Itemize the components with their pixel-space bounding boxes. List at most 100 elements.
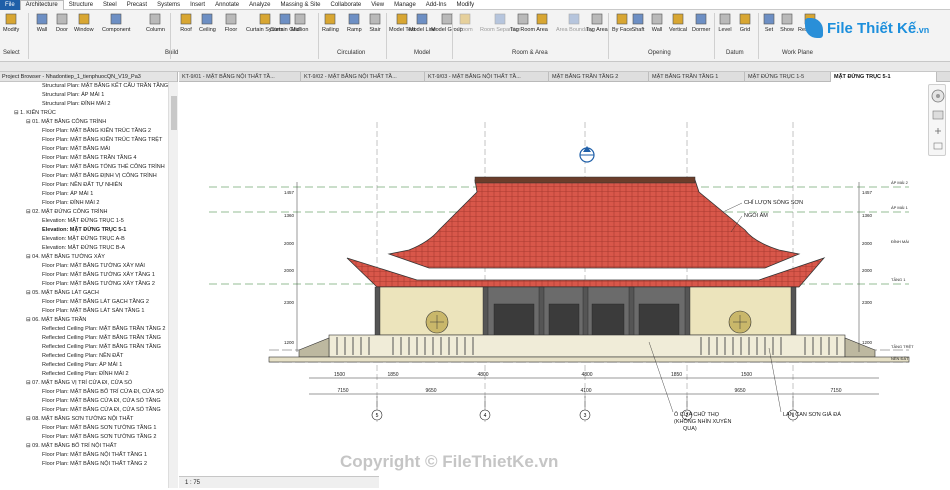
browser-tree-item[interactable]: Reflected Ceiling Plan: NỀN ĐẤT [0, 352, 168, 361]
browser-tree-item[interactable]: Structural Plan: ÁP MÁI 1 [0, 91, 168, 100]
browser-tree-item[interactable]: ⊟ 06. MẶT BẰNG TRẦN [0, 316, 168, 325]
menu-tab-annotate[interactable]: Annotate [210, 0, 244, 10]
browser-scrollbar[interactable] [168, 82, 178, 488]
menu-tab-massing-site[interactable]: Massing & Site [275, 0, 325, 10]
browser-tree-item[interactable]: Floor Plan: MẶT BẰNG NỘI THẤT TẦNG 1 [0, 451, 168, 460]
browser-tree-item[interactable]: Floor Plan: MẶT BẰNG KIẾN TRÚC TẦNG 2 [0, 127, 168, 136]
browser-tree-item[interactable]: Floor Plan: MẶT BẰNG LÁT SÀN TẦNG 1 [0, 307, 168, 316]
browser-tree-item[interactable]: Floor Plan: MẶT BẰNG CỬA ĐI, CỬA SỔ TẦNG [0, 397, 168, 406]
level-tag[interactable]: NỀN ĐẤT [891, 356, 909, 361]
ribbon-door-button[interactable]: Door [55, 12, 69, 33]
level-tag[interactable]: TẦNG TRỆT [891, 344, 914, 349]
ribbon-group-work-plane[interactable]: Work Plane [782, 50, 813, 56]
ribbon-modify-button[interactable]: Modify [3, 12, 19, 33]
scale-value[interactable]: 1 : 75 [185, 480, 200, 486]
file-menu[interactable]: File [0, 0, 20, 10]
browser-tree-item[interactable]: Floor Plan: MẶT BẰNG SƠN TƯỜNG TẦNG 2 [0, 433, 168, 442]
browser-tree-item[interactable]: Floor Plan: MẶT BẰNG TƯỜNG XÂY TẦNG 2 [0, 280, 168, 289]
browser-tree-item[interactable]: Floor Plan: MẶT BẰNG TỔNG THỂ CÔNG TRÌNH [0, 163, 168, 172]
document-tab[interactable]: KT-9/01 - MẶT BẰNG NỘI THẤT TẦ... [179, 72, 301, 82]
ribbon-level-button[interactable]: Level [718, 12, 732, 33]
ribbon-show-button[interactable]: Show [780, 12, 794, 33]
ribbon-tag-room-button[interactable]: Tag Room [510, 12, 535, 33]
browser-tree-item[interactable]: ⊟ 04. MẶT BẰNG TƯỜNG XÂY [0, 253, 168, 262]
browser-tree-item[interactable]: Reflected Ceiling Plan: MẶT BẰNG TRẦN TẦ… [0, 343, 168, 352]
browser-tree-item[interactable]: ⊟ 08. MẶT BẰNG SƠN TƯỜNG NỘI THẤT [0, 415, 168, 424]
browser-tree-item[interactable]: ⊟ 09. MẶT BẰNG BỐ TRÍ NỘI THẤT [0, 442, 168, 451]
browser-tree-item[interactable]: Floor Plan: MẶT BẰNG TƯỜNG XÂY MÁI [0, 262, 168, 271]
menu-tab-systems[interactable]: Systems [152, 0, 185, 10]
menu-tab-manage[interactable]: Manage [389, 0, 421, 10]
browser-tree-item[interactable]: Floor Plan: MẶT BẰNG TRẦN TẦNG 4 [0, 154, 168, 163]
menu-tab-collaborate[interactable]: Collaborate [326, 0, 367, 10]
ribbon-group-datum[interactable]: Datum [726, 50, 744, 56]
ribbon-window-button[interactable]: Window [74, 12, 94, 33]
browser-tree-item[interactable]: Floor Plan: MẶT BẰNG NỘI THẤT TẦNG 2 [0, 460, 168, 469]
document-tab[interactable]: MẶT ĐỨNG TRỤC 1-5 [745, 72, 831, 82]
browser-tree-item[interactable]: Floor Plan: MẶT BẰNG KIẾN TRÚC TẦNG TRỆT [0, 136, 168, 145]
browser-tree-item[interactable]: Elevation: MẶT ĐỨNG TRỤC B-A [0, 244, 168, 253]
browser-tree-item[interactable]: Floor Plan: MẶT BẰNG SƠN TƯỜNG TẦNG 1 [0, 424, 168, 433]
ribbon-railing-button[interactable]: Railing [322, 12, 339, 33]
menu-tab-precast[interactable]: Precast [122, 0, 152, 10]
ribbon-mullion-button[interactable]: Mullion [291, 12, 308, 33]
document-tab[interactable]: MẶT BẰNG TRẦN TẦNG 2 [549, 72, 649, 82]
menu-tab-add-ins[interactable]: Add-Ins [421, 0, 452, 10]
ribbon-shaft-button[interactable]: Shaft [631, 12, 645, 33]
drawing-canvas[interactable]: 1500 1850 4800 4800 1850 1500 7150 9650 4100 965… [179, 82, 950, 488]
ribbon-group-model[interactable]: Model [414, 50, 430, 56]
browser-tree-item[interactable]: Floor Plan: MẶT BẰNG LÁT GẠCH TẦNG 2 [0, 298, 168, 307]
browser-tree-item[interactable]: ⊟ 01. MẶT BẰNG CÔNG TRÌNH [0, 118, 168, 127]
menu-tab-architecture[interactable]: Architecture [19, 0, 64, 10]
browser-tree-item[interactable]: Floor Plan: NỀN ĐẤT TỰ NHIÊN [0, 181, 168, 190]
browser-tree-item[interactable]: Reflected Ceiling Plan: ÁP MÁI 1 [0, 361, 168, 370]
ribbon-grid-button[interactable]: Grid [738, 12, 752, 33]
menu-tab-modify[interactable]: Modify [451, 0, 479, 10]
browser-tree-item[interactable]: Structural Plan: ĐỈNH MÁI 2 [0, 100, 168, 109]
ribbon-tag-area-button[interactable]: Tag Area [586, 12, 608, 33]
document-tab[interactable]: KT-9/03 - MẶT BẰNG NỘI THẤT TẦ... [425, 72, 549, 82]
browser-tree-item[interactable]: Reflected Ceiling Plan: MẶT BẰNG TRẦN TẦ… [0, 334, 168, 343]
browser-tree-item[interactable]: Structural Plan: MẶT BẰNG KẾT CẤU TRẦN T… [0, 82, 168, 91]
browser-tree-item[interactable]: Floor Plan: MẶT BẰNG ĐỊNH VỊ CÔNG TRÌNH [0, 172, 168, 181]
ribbon-dormer-button[interactable]: Dormer [692, 12, 710, 33]
browser-tree-item[interactable]: Floor Plan: MẶT BẰNG MÁI [0, 145, 168, 154]
browser-tree-item[interactable]: ⊟ 02. MẶT ĐỨNG CÔNG TRÌNH [0, 208, 168, 217]
browser-tree-item[interactable]: ⊟ 1. KIẾN TRÚC [0, 109, 168, 118]
ribbon-by-face-button[interactable]: By Face [612, 12, 632, 33]
document-tab[interactable]: KT-9/02 - MẶT BẰNG NỘI THẤT TẦ... [301, 72, 425, 82]
ribbon-group-build[interactable]: Build [165, 50, 178, 56]
browser-tree-item[interactable]: Floor Plan: MẶT BẰNG BỐ TRÍ CỬA ĐI, CỬA … [0, 388, 168, 397]
ribbon-vertical-button[interactable]: Vertical [669, 12, 687, 33]
ribbon-wall-button[interactable]: Wall [35, 12, 49, 33]
menu-tab-steel[interactable]: Steel [98, 0, 122, 10]
ribbon-ceiling-button[interactable]: Ceiling [199, 12, 216, 33]
menu-tab-structure[interactable]: Structure [64, 0, 98, 10]
ribbon-floor-button[interactable]: Floor [224, 12, 238, 33]
browser-tree-item[interactable]: Floor Plan: ÁP MÁI 1 [0, 190, 168, 199]
ribbon-room-button[interactable]: Room [458, 12, 473, 33]
ribbon-ramp-button[interactable]: Ramp [347, 12, 362, 33]
menu-tab-insert[interactable]: Insert [185, 0, 210, 10]
document-tab[interactable]: MẶT ĐỨNG TRỤC 5-1 [831, 72, 937, 82]
browser-tree-item[interactable]: Reflected Ceiling Plan: MẶT BẰNG TRẦN TẦ… [0, 325, 168, 334]
browser-tree-item[interactable]: Floor Plan: MẶT BẰNG TƯỜNG XÂY TẦNG 1 [0, 271, 168, 280]
ribbon-column-button[interactable]: Column [146, 12, 165, 33]
browser-tree-item[interactable]: Elevation: MẶT ĐỨNG TRỤC 1-5 [0, 217, 168, 226]
menu-tab-analyze[interactable]: Analyze [244, 0, 275, 10]
browser-tree-item[interactable]: Elevation: MẶT ĐỨNG TRỤC A-B [0, 235, 168, 244]
browser-tree-item[interactable]: ⊟ 05. MẶT BẰNG LÁT GẠCH [0, 289, 168, 298]
ribbon-group-opening[interactable]: Opening [648, 50, 671, 56]
ribbon-component-button[interactable]: Component [102, 12, 130, 33]
browser-tree-item[interactable]: Elevation: MẶT ĐỨNG TRỤC 5-1 [0, 226, 168, 235]
ribbon-wall-button[interactable]: Wall [650, 12, 664, 33]
browser-tree-item[interactable]: Floor Plan: ĐỈNH MÁI 2 [0, 199, 168, 208]
level-tag[interactable]: ÁP MÁI 2 [891, 180, 909, 185]
scroll-thumb[interactable] [171, 96, 177, 130]
level-tag[interactable]: TẦNG 1 [891, 277, 906, 282]
section-marker-icon[interactable] [579, 146, 595, 163]
navigation-bar[interactable] [928, 84, 946, 156]
ribbon-group-select[interactable]: Select [3, 50, 20, 56]
menu-tab-view[interactable]: View [366, 0, 389, 10]
browser-tree-item[interactable]: ⊟ 07. MẶT BẰNG VỊ TRÍ CỬA ĐI, CỬA SỔ [0, 379, 168, 388]
